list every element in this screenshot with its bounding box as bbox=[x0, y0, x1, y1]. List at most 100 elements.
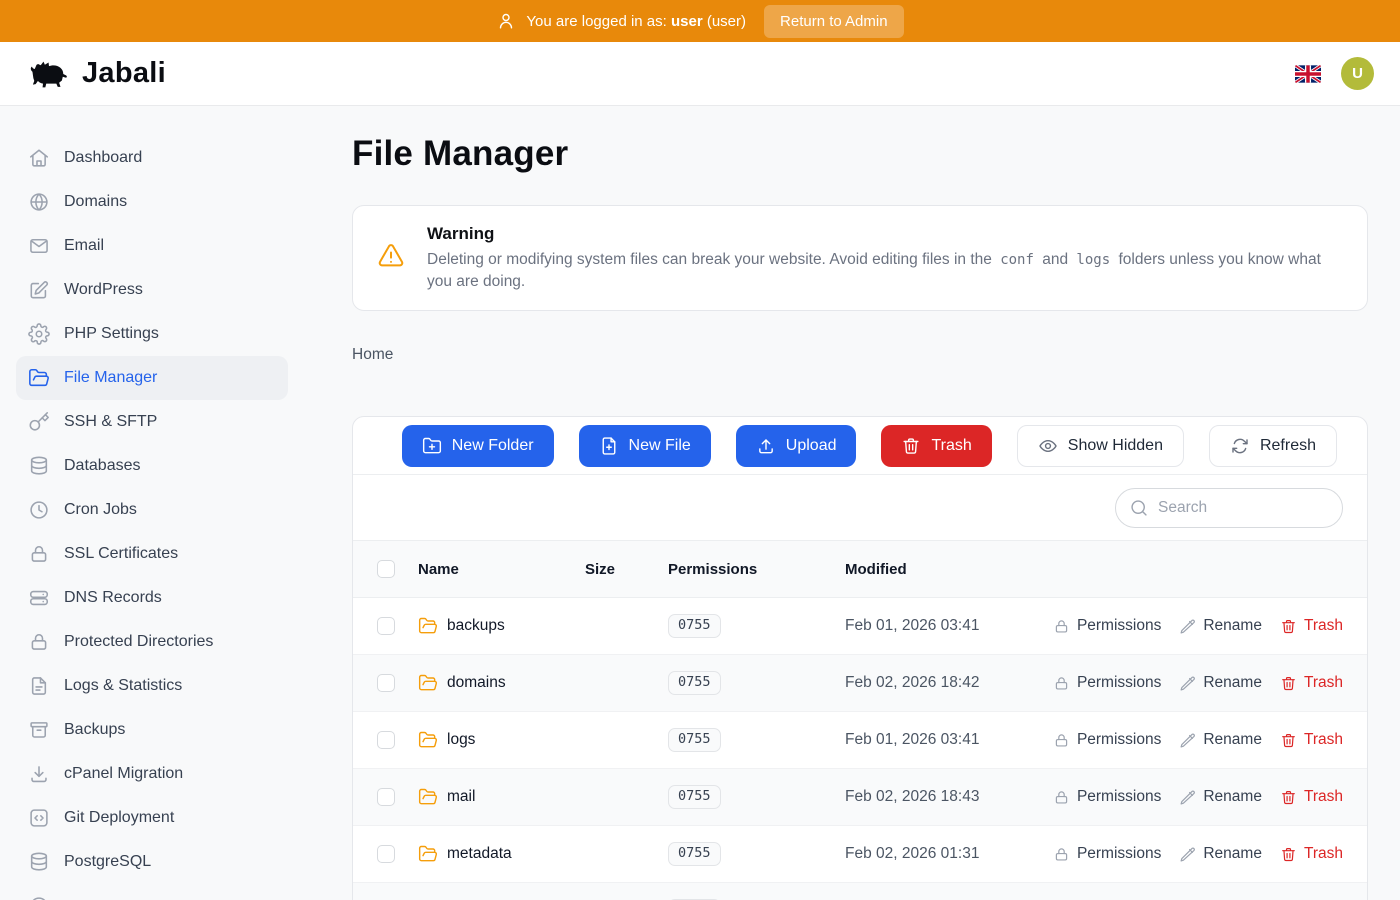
file-manager-card: New Folder New File Upload Trash Show Hidden… bbox=[352, 416, 1368, 900]
row-action-permissions[interactable]: Permissions bbox=[1053, 674, 1161, 692]
file-name[interactable]: metadata bbox=[418, 844, 585, 864]
sidebar-item-php-settings[interactable]: PHP Settings bbox=[16, 312, 288, 356]
uk-flag-icon[interactable] bbox=[1295, 65, 1321, 83]
folder-icon bbox=[418, 616, 438, 636]
sidebar-item-email[interactable]: Email bbox=[16, 224, 288, 268]
button-label: New File bbox=[629, 437, 691, 455]
row-action-trash[interactable]: Trash bbox=[1280, 617, 1343, 635]
gear-icon bbox=[28, 323, 50, 345]
row-action-permissions[interactable]: Permissions bbox=[1053, 788, 1161, 806]
file-name[interactable]: mail bbox=[418, 787, 585, 807]
show-hidden-button[interactable]: Show Hidden bbox=[1017, 425, 1184, 467]
row-checkbox[interactable] bbox=[377, 617, 395, 635]
row-checkbox[interactable] bbox=[377, 731, 395, 749]
sidebar-item-backups[interactable]: Backups bbox=[16, 708, 288, 752]
sidebar-item-postgresql[interactable]: PostgreSQL bbox=[16, 840, 288, 884]
trash-button[interactable]: Trash bbox=[881, 425, 991, 467]
upload-icon bbox=[756, 436, 776, 456]
edit-icon bbox=[28, 279, 50, 301]
sidebar-item-wordpress[interactable]: WordPress bbox=[16, 268, 288, 312]
sidebar-item-dns-records[interactable]: DNS Records bbox=[16, 576, 288, 620]
table-row: logs0755Feb 01, 2026 03:41PermissionsRen… bbox=[353, 712, 1367, 769]
refresh-button[interactable]: Refresh bbox=[1209, 425, 1337, 467]
sidebar: Dashboard Domains Email WordPressPHP Settin… bbox=[0, 106, 304, 900]
row-checkbox[interactable] bbox=[377, 674, 395, 692]
row-action-rename[interactable]: Rename bbox=[1179, 674, 1262, 692]
clock-icon bbox=[28, 499, 50, 521]
sidebar-item-label: Email bbox=[64, 237, 104, 255]
row-action-rename[interactable]: Rename bbox=[1179, 788, 1262, 806]
row-action-trash[interactable]: Trash bbox=[1280, 845, 1343, 863]
lock-icon bbox=[28, 543, 50, 565]
new-folder-button[interactable]: New Folder bbox=[402, 425, 554, 467]
row-action-rename[interactable]: Rename bbox=[1179, 617, 1262, 635]
column-header-size[interactable]: Size bbox=[585, 561, 668, 578]
sidebar-item-label: Git Deployment bbox=[64, 809, 174, 827]
trash-icon bbox=[901, 436, 921, 456]
folder-icon bbox=[418, 787, 438, 807]
lock-icon bbox=[1053, 675, 1070, 692]
row-action-trash[interactable]: Trash bbox=[1280, 731, 1343, 749]
button-label: Upload bbox=[786, 437, 837, 455]
sidebar-item-ssh-sftp[interactable]: SSH & SFTP bbox=[16, 400, 288, 444]
sidebar-item-domains[interactable]: Domains bbox=[16, 180, 288, 224]
folder-icon bbox=[418, 730, 438, 750]
row-action-trash[interactable]: Trash bbox=[1280, 788, 1343, 806]
brand-logo[interactable]: Jabali bbox=[26, 57, 166, 91]
file-modified: Feb 01, 2026 03:41 bbox=[845, 731, 1053, 749]
page-title: File Manager bbox=[352, 134, 1368, 174]
row-checkbox[interactable] bbox=[377, 788, 395, 806]
table-row: 0755PermissionsRenameTrash bbox=[353, 883, 1367, 900]
row-checkbox[interactable] bbox=[377, 845, 395, 863]
sidebar-item-file-manager[interactable]: File Manager bbox=[16, 356, 288, 400]
sidebar-item-label: PostgreSQL bbox=[64, 853, 151, 871]
table-row: metadata0755Feb 02, 2026 01:31Permission… bbox=[353, 826, 1367, 883]
impersonation-prefix: You are logged in as: bbox=[526, 13, 666, 30]
search-icon bbox=[1129, 498, 1149, 518]
row-action-permissions[interactable]: Permissions bbox=[1053, 845, 1161, 863]
sidebar-item-label: Dashboard bbox=[64, 149, 142, 167]
key-icon bbox=[28, 411, 50, 433]
mail-icon bbox=[28, 235, 50, 257]
sidebar-item-cron-jobs[interactable]: Cron Jobs bbox=[16, 488, 288, 532]
lock-icon bbox=[1053, 789, 1070, 806]
row-action-trash[interactable]: Trash bbox=[1280, 674, 1343, 692]
impersonation-bar: You are logged in as: user (user) Return… bbox=[0, 0, 1400, 42]
sidebar-item-dashboard[interactable]: Dashboard bbox=[16, 136, 288, 180]
column-header-permissions[interactable]: Permissions bbox=[668, 561, 845, 578]
table-header-row: Name Size Permissions Modified bbox=[353, 541, 1367, 598]
sidebar-item-label: SSL Certificates bbox=[64, 545, 178, 563]
table-row: mail0755Feb 02, 2026 18:43PermissionsRen… bbox=[353, 769, 1367, 826]
sidebar-item-partial[interactable] bbox=[16, 884, 288, 900]
column-header-modified[interactable]: Modified bbox=[845, 561, 1343, 578]
row-actions: Permissions Rename Trash bbox=[1053, 617, 1343, 635]
pencil-icon bbox=[1179, 675, 1196, 692]
sidebar-item-label: Logs & Statistics bbox=[64, 677, 182, 695]
row-action-permissions[interactable]: Permissions bbox=[1053, 731, 1161, 749]
row-actions: Permissions Rename Trash bbox=[1053, 845, 1343, 863]
sidebar-item-git-deployment[interactable]: Git Deployment bbox=[16, 796, 288, 840]
file-name[interactable]: logs bbox=[418, 730, 585, 750]
new-file-button[interactable]: New File bbox=[579, 425, 711, 467]
trash-icon bbox=[1280, 732, 1297, 749]
pencil-icon bbox=[1179, 789, 1196, 806]
sidebar-item-logs-statistics[interactable]: Logs & Statistics bbox=[16, 664, 288, 708]
select-all-checkbox[interactable] bbox=[377, 560, 395, 578]
file-name[interactable]: domains bbox=[418, 673, 585, 693]
return-to-admin-button[interactable]: Return to Admin bbox=[764, 5, 904, 38]
sidebar-item-protected-directories[interactable]: Protected Directories bbox=[16, 620, 288, 664]
trash-icon bbox=[1280, 789, 1297, 806]
column-header-name[interactable]: Name bbox=[418, 561, 585, 578]
row-action-permissions[interactable]: Permissions bbox=[1053, 617, 1161, 635]
row-action-rename[interactable]: Rename bbox=[1179, 845, 1262, 863]
sidebar-item-databases[interactable]: Databases bbox=[16, 444, 288, 488]
search-input[interactable] bbox=[1115, 488, 1343, 528]
lock-icon bbox=[1053, 732, 1070, 749]
row-action-rename[interactable]: Rename bbox=[1179, 731, 1262, 749]
user-avatar[interactable]: U bbox=[1341, 57, 1374, 90]
file-name[interactable]: backups bbox=[418, 616, 585, 636]
upload-button[interactable]: Upload bbox=[736, 425, 857, 467]
sidebar-item-ssl-certificates[interactable]: SSL Certificates bbox=[16, 532, 288, 576]
sidebar-item-cpanel-migration[interactable]: cPanel Migration bbox=[16, 752, 288, 796]
breadcrumb-home[interactable]: Home bbox=[352, 346, 393, 364]
